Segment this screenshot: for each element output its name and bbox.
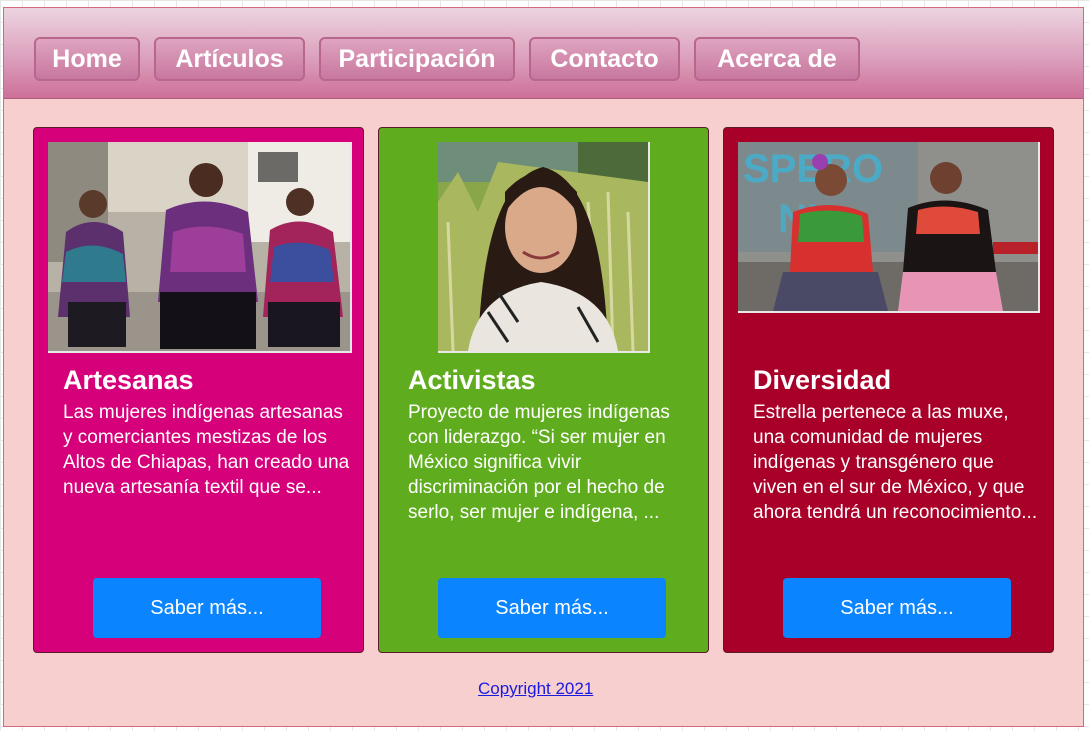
card-title: Activistas — [408, 365, 536, 395]
card-description: Proyecto de mujeres indígenas con lidera… — [408, 402, 670, 523]
nav-participacion-button[interactable]: Participación — [319, 37, 515, 81]
saber-mas-button[interactable]: Saber más... — [93, 578, 321, 638]
nav-home-button[interactable]: Home — [34, 37, 140, 81]
copyright-link[interactable]: Copyright 2021 — [478, 679, 593, 699]
card-description: Estrella pertenece a las muxe, una comun… — [753, 402, 1038, 523]
nav-acerca-de-button[interactable]: Acerca de — [694, 37, 860, 81]
card-title: Diversidad — [753, 365, 892, 395]
saber-mas-button[interactable]: Saber más... — [438, 578, 666, 638]
saber-mas-button[interactable]: Saber más... — [783, 578, 1011, 638]
activistas-photo — [438, 142, 650, 353]
nav-articulos-button[interactable]: Artículos — [154, 37, 305, 81]
diversidad-photo: SPERO NU — [738, 142, 1040, 313]
nav-contacto-button[interactable]: Contacto — [529, 37, 680, 81]
svg-text:SPERO: SPERO — [743, 147, 883, 191]
card-description: Las mujeres indígenas artesanas y comerc… — [63, 402, 350, 498]
card-diversidad: SPERO NU Diversidad Estrella pertenece a… — [723, 127, 1054, 653]
page-frame: Home Artículos Participación Contacto Ac… — [3, 7, 1084, 727]
header-nav-bar: Home Artículos Participación Contacto Ac… — [4, 8, 1083, 99]
card-title: Artesanas — [63, 365, 194, 395]
artesanas-photo — [48, 142, 352, 353]
card-artesanas: Artesanas Las mujeres indígenas artesana… — [33, 127, 364, 653]
card-activistas: Activistas Proyecto de mujeres indígenas… — [378, 127, 709, 653]
